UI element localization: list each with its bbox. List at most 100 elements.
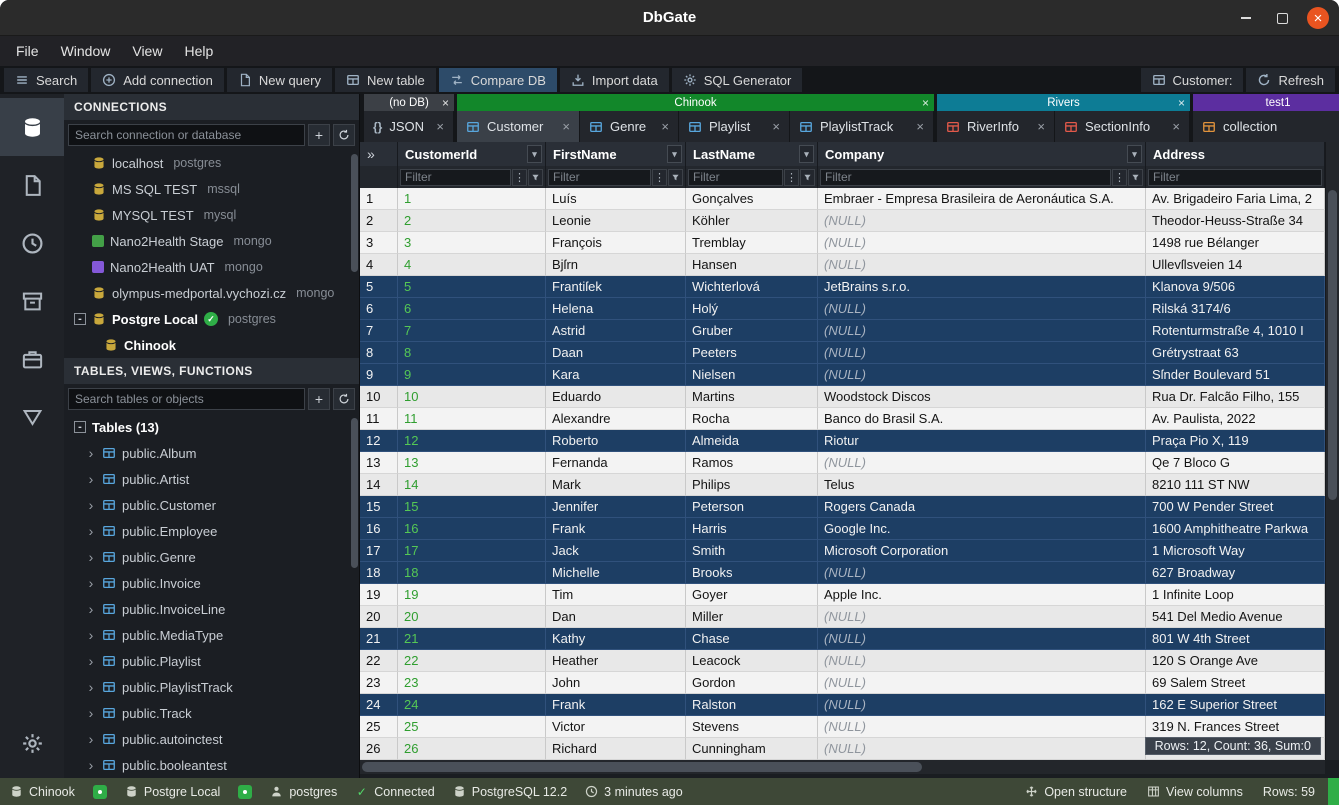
row-number[interactable]: 3 [360,232,398,254]
grid-cell[interactable]: Goyer [686,584,818,606]
funnel-icon[interactable] [1128,169,1143,186]
table-public-track[interactable]: ›public.Track [64,700,359,726]
chevron-right-icon[interactable]: › [86,445,96,461]
grid-cell[interactable]: 23 [398,672,546,694]
connection-chinook[interactable]: Chinook [64,332,359,358]
chevron-right-icon[interactable]: › [86,575,96,591]
grid-cell[interactable]: Rilská 3174/6 [1146,298,1325,320]
collapse-icon[interactable]: - [74,313,86,325]
row-number[interactable]: 1 [360,188,398,210]
grid-cell[interactable]: Fernanda [546,452,686,474]
connection-nano2health-uat[interactable]: Nano2Health UATmongo [64,254,359,280]
grid-cell[interactable]: Chase [686,628,818,650]
grid-cell[interactable]: 8 [398,342,546,364]
grid-cell[interactable]: Google Inc. [818,518,1146,540]
sidebar-files[interactable] [0,156,64,214]
grid-cell[interactable]: 3 [398,232,546,254]
grid-cell[interactable]: François [546,232,686,254]
grid-cell[interactable]: (NULL) [818,716,1146,738]
funnel-icon[interactable] [668,169,683,186]
grid-cell[interactable]: Cunningham [686,738,818,760]
grid-cell[interactable]: (NULL) [818,320,1146,342]
table-public-album[interactable]: ›public.Album [64,440,359,466]
tab-genre[interactable]: Genre× [580,111,679,142]
chevron-right-icon[interactable]: › [86,523,96,539]
tables-search-input[interactable] [68,388,305,410]
grid-cell[interactable]: JetBrains s.r.o. [818,276,1146,298]
chevron-right-icon[interactable]: › [86,497,96,513]
grid-cell[interactable]: 13 [398,452,546,474]
connection-ms-sql-test[interactable]: MS SQL TESTmssql [64,176,359,202]
grid-cell[interactable]: 120 S Orange Ave [1146,650,1325,672]
grid-cell[interactable]: 7 [398,320,546,342]
connection-mysql-test[interactable]: MYSQL TESTmysql [64,202,359,228]
chevron-right-icon[interactable]: › [86,627,96,643]
grid-cell[interactable]: Alexandre [546,408,686,430]
table-public-genre[interactable]: ›public.Genre [64,544,359,570]
column-header-company[interactable]: Company▾ [818,142,1146,166]
horizontal-scrollbar[interactable] [360,760,1325,774]
grid-cell[interactable]: Grétrystraat 63 [1146,342,1325,364]
row-number[interactable]: 11 [360,408,398,430]
row-number[interactable]: 21 [360,628,398,650]
grid-cell[interactable]: 9 [398,364,546,386]
chevron-down-icon[interactable]: ▾ [667,145,682,163]
kebab-icon[interactable]: ⋮ [784,169,799,186]
grid-cell[interactable]: (NULL) [818,210,1146,232]
grid-cell[interactable]: Ralston [686,694,818,716]
refresh-connections-button[interactable] [333,124,355,146]
sidebar-single-database[interactable] [0,388,64,446]
chevron-right-icon[interactable]: › [86,549,96,565]
scrollbar-thumb[interactable] [351,154,358,272]
menu-window[interactable]: Window [51,39,121,63]
grid-cell[interactable]: 11 [398,408,546,430]
grid-cell[interactable]: (NULL) [818,562,1146,584]
close-icon[interactable]: × [562,119,570,134]
grid-cell[interactable]: (NULL) [818,342,1146,364]
toolbar-sql-generator-button[interactable]: SQL Generator [672,68,803,92]
grid-cell[interactable]: 18 [398,562,546,584]
grid-cell[interactable]: Klanova 9/506 [1146,276,1325,298]
grid-cell[interactable]: Leonie [546,210,686,232]
grid-cell[interactable]: 21 [398,628,546,650]
grid-cell[interactable]: (NULL) [818,672,1146,694]
row-number[interactable]: 4 [360,254,398,276]
grid-cell[interactable]: Nielsen [686,364,818,386]
grid-cell[interactable]: 700 W Pender Street [1146,496,1325,518]
grid-cell[interactable]: Rua Dr. Falcão Filho, 155 [1146,386,1325,408]
row-number[interactable]: 24 [360,694,398,716]
grid-cell[interactable]: Smith [686,540,818,562]
toolbar-import-data-button[interactable]: Import data [560,68,669,92]
table-public-invoice[interactable]: ›public.Invoice [64,570,359,596]
row-number[interactable]: 22 [360,650,398,672]
scrollbar-thumb[interactable] [351,418,358,568]
grid-cell[interactable]: 319 N. Frances Street [1146,716,1325,738]
grid-cell[interactable]: Brooks [686,562,818,584]
tab-riverinfo[interactable]: RiverInfo× [937,111,1055,142]
row-number[interactable]: 18 [360,562,398,584]
table-public-booleantest[interactable]: ›public.booleantest [64,752,359,778]
filter-input-customerid[interactable] [400,169,511,186]
grid-cell[interactable]: Tremblay [686,232,818,254]
table-public-playlisttrack[interactable]: ›public.PlaylistTrack [64,674,359,700]
grid-cell[interactable]: Peeters [686,342,818,364]
status-open-structure[interactable]: Open structure [1025,785,1127,799]
grid-cell[interactable]: (NULL) [818,254,1146,276]
chevron-down-icon[interactable]: ▾ [799,145,814,163]
grid-menu-button[interactable]: » [360,142,398,166]
grid-cell[interactable]: 26 [398,738,546,760]
tab-customer[interactable]: Customer× [457,111,580,142]
grid-cell[interactable]: Holý [686,298,818,320]
grid-cell[interactable]: Philips [686,474,818,496]
grid-cell[interactable]: Kathy [546,628,686,650]
chevron-right-icon[interactable]: › [86,731,96,747]
column-header-firstname[interactable]: FirstName▾ [546,142,686,166]
connection-nano2health-stage[interactable]: Nano2Health Stagemongo [64,228,359,254]
grid-cell[interactable]: Michelle [546,562,686,584]
grid-cell[interactable]: 162 E Superior Street [1146,694,1325,716]
toolbar-new-query-button[interactable]: New query [227,68,332,92]
grid-cell[interactable]: Sſnder Boulevard 51 [1146,364,1325,386]
grid-cell[interactable]: 69 Salem Street [1146,672,1325,694]
row-number[interactable]: 12 [360,430,398,452]
grid-cell[interactable]: Rogers Canada [818,496,1146,518]
